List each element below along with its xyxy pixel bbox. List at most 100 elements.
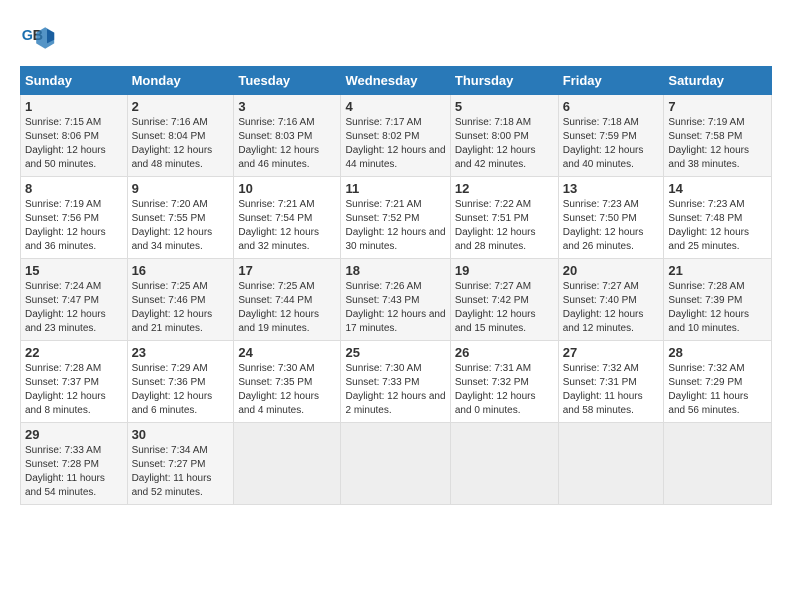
day-number: 20: [563, 263, 660, 278]
day-number: 17: [238, 263, 336, 278]
calendar-week-row: 15 Sunrise: 7:24 AMSunset: 7:47 PMDaylig…: [21, 259, 772, 341]
calendar-day-cell: 28 Sunrise: 7:32 AMSunset: 7:29 PMDaylig…: [664, 341, 772, 423]
day-number: 1: [25, 99, 123, 114]
calendar-day-cell: [664, 423, 772, 505]
day-number: 19: [455, 263, 554, 278]
day-info: Sunrise: 7:24 AMSunset: 7:47 PMDaylight:…: [25, 280, 123, 336]
day-info: Sunrise: 7:27 AMSunset: 7:42 PMDaylight:…: [455, 280, 554, 336]
day-info: Sunrise: 7:32 AMSunset: 7:31 PMDaylight:…: [563, 362, 660, 418]
day-info: Sunrise: 7:18 AMSunset: 8:00 PMDaylight:…: [455, 116, 554, 172]
day-number: 25: [345, 345, 445, 360]
day-info: Sunrise: 7:21 AMSunset: 7:54 PMDaylight:…: [238, 198, 336, 254]
calendar-day-cell: 6 Sunrise: 7:18 AMSunset: 7:59 PMDayligh…: [558, 95, 664, 177]
day-number: 18: [345, 263, 445, 278]
day-info: Sunrise: 7:16 AMSunset: 8:04 PMDaylight:…: [132, 116, 230, 172]
calendar-day-cell: 11 Sunrise: 7:21 AMSunset: 7:52 PMDaylig…: [341, 177, 450, 259]
day-info: Sunrise: 7:28 AMSunset: 7:39 PMDaylight:…: [668, 280, 767, 336]
day-info: Sunrise: 7:33 AMSunset: 7:28 PMDaylight:…: [25, 444, 123, 500]
day-info: Sunrise: 7:20 AMSunset: 7:55 PMDaylight:…: [132, 198, 230, 254]
day-number: 22: [25, 345, 123, 360]
weekday-header-sunday: Sunday: [21, 67, 128, 95]
calendar-day-cell: 15 Sunrise: 7:24 AMSunset: 7:47 PMDaylig…: [21, 259, 128, 341]
day-number: 29: [25, 427, 123, 442]
calendar-day-cell: [558, 423, 664, 505]
day-number: 8: [25, 181, 123, 196]
calendar-day-cell: 3 Sunrise: 7:16 AMSunset: 8:03 PMDayligh…: [234, 95, 341, 177]
weekday-header-thursday: Thursday: [450, 67, 558, 95]
day-number: 27: [563, 345, 660, 360]
calendar-week-row: 29 Sunrise: 7:33 AMSunset: 7:28 PMDaylig…: [21, 423, 772, 505]
day-number: 15: [25, 263, 123, 278]
day-number: 2: [132, 99, 230, 114]
calendar-day-cell: 2 Sunrise: 7:16 AMSunset: 8:04 PMDayligh…: [127, 95, 234, 177]
day-number: 6: [563, 99, 660, 114]
day-info: Sunrise: 7:18 AMSunset: 7:59 PMDaylight:…: [563, 116, 660, 172]
calendar-day-cell: 16 Sunrise: 7:25 AMSunset: 7:46 PMDaylig…: [127, 259, 234, 341]
calendar-day-cell: 26 Sunrise: 7:31 AMSunset: 7:32 PMDaylig…: [450, 341, 558, 423]
calendar-table: SundayMondayTuesdayWednesdayThursdayFrid…: [20, 66, 772, 505]
day-info: Sunrise: 7:27 AMSunset: 7:40 PMDaylight:…: [563, 280, 660, 336]
day-info: Sunrise: 7:32 AMSunset: 7:29 PMDaylight:…: [668, 362, 767, 418]
weekday-header-wednesday: Wednesday: [341, 67, 450, 95]
weekday-header-monday: Monday: [127, 67, 234, 95]
calendar-week-row: 22 Sunrise: 7:28 AMSunset: 7:37 PMDaylig…: [21, 341, 772, 423]
weekday-header-saturday: Saturday: [664, 67, 772, 95]
calendar-day-cell: 9 Sunrise: 7:20 AMSunset: 7:55 PMDayligh…: [127, 177, 234, 259]
day-number: 30: [132, 427, 230, 442]
calendar-day-cell: 25 Sunrise: 7:30 AMSunset: 7:33 PMDaylig…: [341, 341, 450, 423]
day-info: Sunrise: 7:29 AMSunset: 7:36 PMDaylight:…: [132, 362, 230, 418]
calendar-day-cell: 20 Sunrise: 7:27 AMSunset: 7:40 PMDaylig…: [558, 259, 664, 341]
day-info: Sunrise: 7:25 AMSunset: 7:46 PMDaylight:…: [132, 280, 230, 336]
calendar-day-cell: 19 Sunrise: 7:27 AMSunset: 7:42 PMDaylig…: [450, 259, 558, 341]
calendar-day-cell: 29 Sunrise: 7:33 AMSunset: 7:28 PMDaylig…: [21, 423, 128, 505]
day-number: 14: [668, 181, 767, 196]
day-info: Sunrise: 7:28 AMSunset: 7:37 PMDaylight:…: [25, 362, 123, 418]
day-info: Sunrise: 7:25 AMSunset: 7:44 PMDaylight:…: [238, 280, 336, 336]
day-info: Sunrise: 7:23 AMSunset: 7:48 PMDaylight:…: [668, 198, 767, 254]
calendar-day-cell: 21 Sunrise: 7:28 AMSunset: 7:39 PMDaylig…: [664, 259, 772, 341]
day-number: 26: [455, 345, 554, 360]
day-number: 11: [345, 181, 445, 196]
day-info: Sunrise: 7:16 AMSunset: 8:03 PMDaylight:…: [238, 116, 336, 172]
weekday-header-row: SundayMondayTuesdayWednesdayThursdayFrid…: [21, 67, 772, 95]
calendar-day-cell: 23 Sunrise: 7:29 AMSunset: 7:36 PMDaylig…: [127, 341, 234, 423]
day-info: Sunrise: 7:22 AMSunset: 7:51 PMDaylight:…: [455, 198, 554, 254]
day-number: 12: [455, 181, 554, 196]
calendar-day-cell: 18 Sunrise: 7:26 AMSunset: 7:43 PMDaylig…: [341, 259, 450, 341]
calendar-day-cell: 30 Sunrise: 7:34 AMSunset: 7:27 PMDaylig…: [127, 423, 234, 505]
day-info: Sunrise: 7:23 AMSunset: 7:50 PMDaylight:…: [563, 198, 660, 254]
page-header: G B: [20, 20, 772, 56]
day-number: 4: [345, 99, 445, 114]
day-info: Sunrise: 7:30 AMSunset: 7:35 PMDaylight:…: [238, 362, 336, 418]
calendar-day-cell: [450, 423, 558, 505]
day-info: Sunrise: 7:17 AMSunset: 8:02 PMDaylight:…: [345, 116, 445, 172]
day-number: 13: [563, 181, 660, 196]
day-number: 16: [132, 263, 230, 278]
calendar-day-cell: 13 Sunrise: 7:23 AMSunset: 7:50 PMDaylig…: [558, 177, 664, 259]
day-info: Sunrise: 7:15 AMSunset: 8:06 PMDaylight:…: [25, 116, 123, 172]
calendar-day-cell: [341, 423, 450, 505]
calendar-day-cell: 24 Sunrise: 7:30 AMSunset: 7:35 PMDaylig…: [234, 341, 341, 423]
calendar-day-cell: 14 Sunrise: 7:23 AMSunset: 7:48 PMDaylig…: [664, 177, 772, 259]
weekday-header-friday: Friday: [558, 67, 664, 95]
day-number: 21: [668, 263, 767, 278]
calendar-week-row: 1 Sunrise: 7:15 AMSunset: 8:06 PMDayligh…: [21, 95, 772, 177]
calendar-day-cell: 10 Sunrise: 7:21 AMSunset: 7:54 PMDaylig…: [234, 177, 341, 259]
calendar-day-cell: 17 Sunrise: 7:25 AMSunset: 7:44 PMDaylig…: [234, 259, 341, 341]
logo: G B: [20, 20, 60, 56]
day-number: 28: [668, 345, 767, 360]
calendar-day-cell: 1 Sunrise: 7:15 AMSunset: 8:06 PMDayligh…: [21, 95, 128, 177]
calendar-day-cell: 7 Sunrise: 7:19 AMSunset: 7:58 PMDayligh…: [664, 95, 772, 177]
day-number: 3: [238, 99, 336, 114]
calendar-week-row: 8 Sunrise: 7:19 AMSunset: 7:56 PMDayligh…: [21, 177, 772, 259]
day-info: Sunrise: 7:19 AMSunset: 7:58 PMDaylight:…: [668, 116, 767, 172]
calendar-day-cell: 27 Sunrise: 7:32 AMSunset: 7:31 PMDaylig…: [558, 341, 664, 423]
day-number: 24: [238, 345, 336, 360]
calendar-day-cell: 22 Sunrise: 7:28 AMSunset: 7:37 PMDaylig…: [21, 341, 128, 423]
day-info: Sunrise: 7:26 AMSunset: 7:43 PMDaylight:…: [345, 280, 445, 336]
day-info: Sunrise: 7:34 AMSunset: 7:27 PMDaylight:…: [132, 444, 230, 500]
logo-icon: G B: [20, 20, 56, 56]
day-number: 5: [455, 99, 554, 114]
svg-text:G: G: [22, 28, 33, 44]
weekday-header-tuesday: Tuesday: [234, 67, 341, 95]
